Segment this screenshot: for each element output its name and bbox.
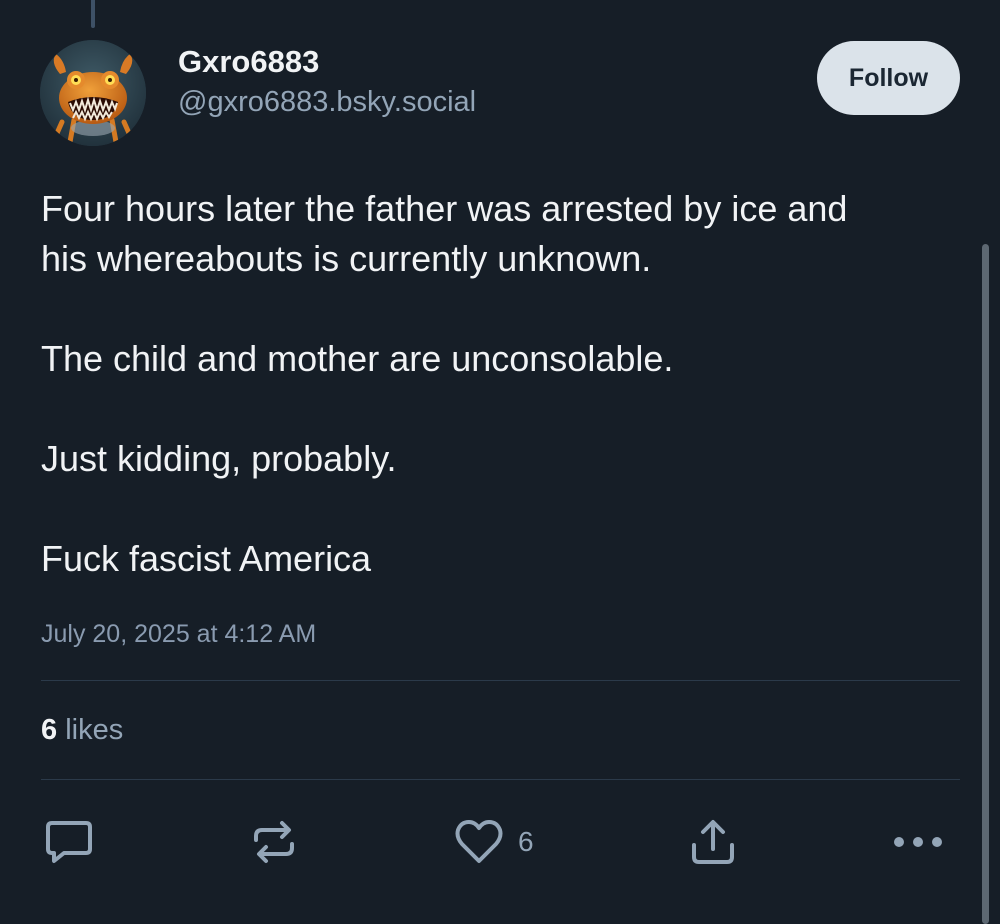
avatar[interactable] <box>40 40 146 146</box>
author-info[interactable]: Gxro6883 @gxro6883.bsky.social <box>178 42 476 122</box>
divider <box>41 680 960 681</box>
share-upload-icon <box>692 820 734 864</box>
ellipsis-icon <box>894 837 942 847</box>
repost-button[interactable] <box>250 816 298 868</box>
post-text-paragraph: The child and mother are unconsolable. <box>41 338 674 379</box>
author-display-name[interactable]: Gxro6883 <box>178 42 476 82</box>
orange-creature-avatar-icon <box>40 40 146 146</box>
more-options-button[interactable] <box>892 816 944 868</box>
author-handle[interactable]: @gxro6883.bsky.social <box>178 82 476 122</box>
thread-connector-line <box>91 0 95 28</box>
scrollbar[interactable] <box>982 244 989 924</box>
post-timestamp[interactable]: July 20, 2025 at 4:12 AM <box>41 616 316 652</box>
follow-button[interactable]: Follow <box>817 41 960 115</box>
reply-button[interactable] <box>44 816 94 868</box>
heart-icon <box>455 820 503 863</box>
likes-count: 6 <box>41 714 58 746</box>
post-text: Four hours later the father was arrested… <box>41 184 971 584</box>
like-count: 6 <box>518 826 534 857</box>
post-text-paragraph: Fuck fascist America <box>41 538 372 579</box>
post-text-line: his whereabouts is currently unknown. <box>41 238 652 279</box>
post-text-paragraph: Just kidding, probably. <box>41 438 397 479</box>
share-button[interactable] <box>690 816 736 868</box>
speech-bubble-icon <box>46 821 92 863</box>
like-button[interactable]: 6 <box>454 816 534 868</box>
post-text-line: Four hours later the father was arrested… <box>41 188 848 229</box>
likes-summary[interactable]: 6 likes <box>41 710 123 750</box>
repost-arrows-icon <box>254 821 294 863</box>
divider <box>41 779 960 780</box>
likes-label: likes <box>65 714 124 746</box>
